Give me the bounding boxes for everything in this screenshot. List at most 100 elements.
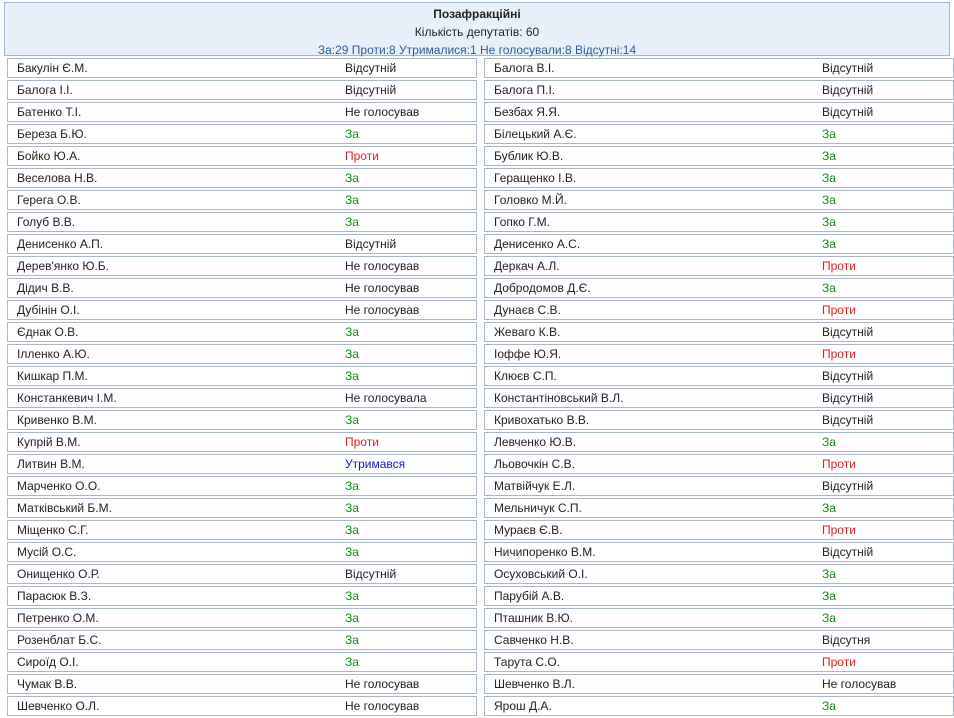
deputy-row: Мураєв Є.В. Проти [484, 520, 954, 540]
deputy-row: Денисенко А.С. За [484, 234, 954, 254]
deputy-name: Балога В.І. [494, 61, 555, 75]
deputy-name: Петренко О.М. [17, 611, 99, 625]
deputy-name: Бойко Ю.А. [17, 149, 81, 163]
deputy-name: Ілленко А.Ю. [17, 347, 90, 361]
deputy-name: Купрій В.М. [17, 435, 81, 449]
deputy-row: Сироїд О.І. За [7, 652, 477, 672]
deputy-row: Осуховський О.І. За [484, 564, 954, 584]
deputy-row: Марченко О.О. За [7, 476, 477, 496]
deputy-vote: За [822, 171, 836, 185]
deputy-vote: Відсутній [822, 479, 874, 493]
deputy-vote: Проти [822, 347, 856, 361]
deputy-name: Парубій А.В. [494, 589, 565, 603]
deputy-row: Єднак О.В. За [7, 322, 477, 342]
deputy-vote: За [345, 127, 359, 141]
deputy-row: Розенблат Б.С. За [7, 630, 477, 650]
deputy-row: Ілленко А.Ю. За [7, 344, 477, 364]
deputy-row: Добродомов Д.Є. За [484, 278, 954, 298]
deputy-name: Ярош Д.А. [494, 699, 552, 713]
deputy-row: Батенко Т.І. Не голосував [7, 102, 477, 122]
deputy-vote: Відсутній [822, 391, 874, 405]
deputy-row: Бойко Ю.А. Проти [7, 146, 477, 166]
deputy-vote: Відсутній [822, 413, 874, 427]
deputy-vote: Проти [822, 523, 856, 537]
deputy-vote: Відсутній [345, 237, 397, 251]
deputy-name: Мураєв Є.В. [494, 523, 563, 537]
deputy-vote: За [345, 523, 359, 537]
deputy-vote: Відсутній [345, 83, 397, 97]
deputy-name: Добродомов Д.Є. [494, 281, 591, 295]
deputy-row: Литвин В.М. Утримався [7, 454, 477, 474]
deputy-name: Дідич В.В. [17, 281, 74, 295]
deputy-name: Деркач А.Л. [494, 259, 560, 273]
deputy-row: Пташник В.Ю. За [484, 608, 954, 628]
deputy-vote: Не голосувала [345, 391, 427, 405]
deputies-count: Кількість депутатів: 60 [414, 25, 540, 39]
deputy-name: Іоффе Ю.Я. [494, 347, 562, 361]
deputy-vote: Не голосував [345, 259, 420, 273]
deputy-row: Шевченко О.Л. Не голосував [7, 696, 477, 716]
deputy-vote: За [345, 611, 359, 625]
vote-summary: За:29 Проти:8 Утрималися:1 Не голосували… [317, 43, 637, 57]
deputy-row: Купрій В.М. Проти [7, 432, 477, 452]
deputy-name: Шевченко О.Л. [17, 699, 100, 713]
deputy-vote: Проти [822, 303, 856, 317]
deputy-vote: За [345, 325, 359, 339]
deputy-name: Голуб В.В. [17, 215, 76, 229]
deputy-row: Гопко Г.М. За [484, 212, 954, 232]
deputy-row: Тарута С.О. Проти [484, 652, 954, 672]
deputy-row: Парасюк В.З. За [7, 586, 477, 606]
deputy-vote: Відсутній [345, 567, 397, 581]
deputy-row: Клюєв С.П. Відсутній [484, 366, 954, 386]
deputy-row: Чумак В.В. Не голосував [7, 674, 477, 694]
deputy-name: Дерев'янко Ю.Б. [17, 259, 109, 273]
deputy-row: Веселова Н.В. За [7, 168, 477, 188]
deputy-row: Геращенко І.В. За [484, 168, 954, 188]
deputy-name: Веселова Н.В. [17, 171, 98, 185]
deputy-vote: Проти [345, 435, 379, 449]
deputy-row: Бублик Ю.В. За [484, 146, 954, 166]
deputy-name: Герега О.В. [17, 193, 81, 207]
faction-header: Позафракційні Кількість депутатів: 60 За… [4, 2, 950, 57]
deputy-row: Кривенко В.М. За [7, 410, 477, 430]
deputy-vote: За [345, 501, 359, 515]
deputy-row: Левченко Ю.В. За [484, 432, 954, 452]
deputies-column-right: Балога В.І. Відсутній Балога П.І. Відсутній… [484, 58, 954, 718]
deputy-vote: За [822, 281, 836, 295]
deputies-column-left: Бакулін Є.М. Відсутній Балога І.І. Відсутні… [7, 58, 477, 718]
deputy-row: Онищенко О.Р. Відсутній [7, 564, 477, 584]
deputy-row: Ничипоренко В.М. Відсутній [484, 542, 954, 562]
deputy-row: Головко М.Й. За [484, 190, 954, 210]
deputy-vote: За [345, 413, 359, 427]
deputy-name: Литвин В.М. [17, 457, 85, 471]
deputy-vote: Проти [345, 149, 379, 163]
deputy-vote: Відсутня [822, 633, 871, 647]
deputy-row: Береза Б.Ю. За [7, 124, 477, 144]
deputy-vote: За [822, 215, 836, 229]
deputy-name: Сироїд О.І. [17, 655, 79, 669]
deputy-row: Балога В.І. Відсутній [484, 58, 954, 78]
deputy-vote: Не голосував [345, 699, 420, 713]
deputy-vote: За [345, 479, 359, 493]
deputy-row: Балога П.І. Відсутній [484, 80, 954, 100]
deputy-name: Кривенко В.М. [17, 413, 97, 427]
deputy-row: Шевченко В.Л. Не голосував [484, 674, 954, 694]
deputy-name: Мусій О.С. [17, 545, 77, 559]
deputy-row: Кривохатько В.В. Відсутній [484, 410, 954, 430]
deputy-name: Шевченко В.Л. [494, 677, 575, 691]
deputy-vote: За [822, 435, 836, 449]
deputy-name: Балога П.І. [494, 83, 556, 97]
deputy-name: Береза Б.Ю. [17, 127, 87, 141]
deputy-row: Савченко Н.В. Відсутня [484, 630, 954, 650]
deputy-row: Матківський Б.М. За [7, 498, 477, 518]
deputy-row: Балога І.І. Відсутній [7, 80, 477, 100]
deputy-row: Бакулін Є.М. Відсутній [7, 58, 477, 78]
deputy-name: Кишкар П.М. [17, 369, 88, 383]
deputy-name: Денисенко А.С. [494, 237, 581, 251]
deputy-row: Петренко О.М. За [7, 608, 477, 628]
deputy-name: Денисенко А.П. [17, 237, 104, 251]
deputy-name: Дубінін О.І. [17, 303, 80, 317]
deputy-vote: За [822, 699, 836, 713]
deputy-vote: За [345, 347, 359, 361]
deputy-name: Тарута С.О. [494, 655, 561, 669]
